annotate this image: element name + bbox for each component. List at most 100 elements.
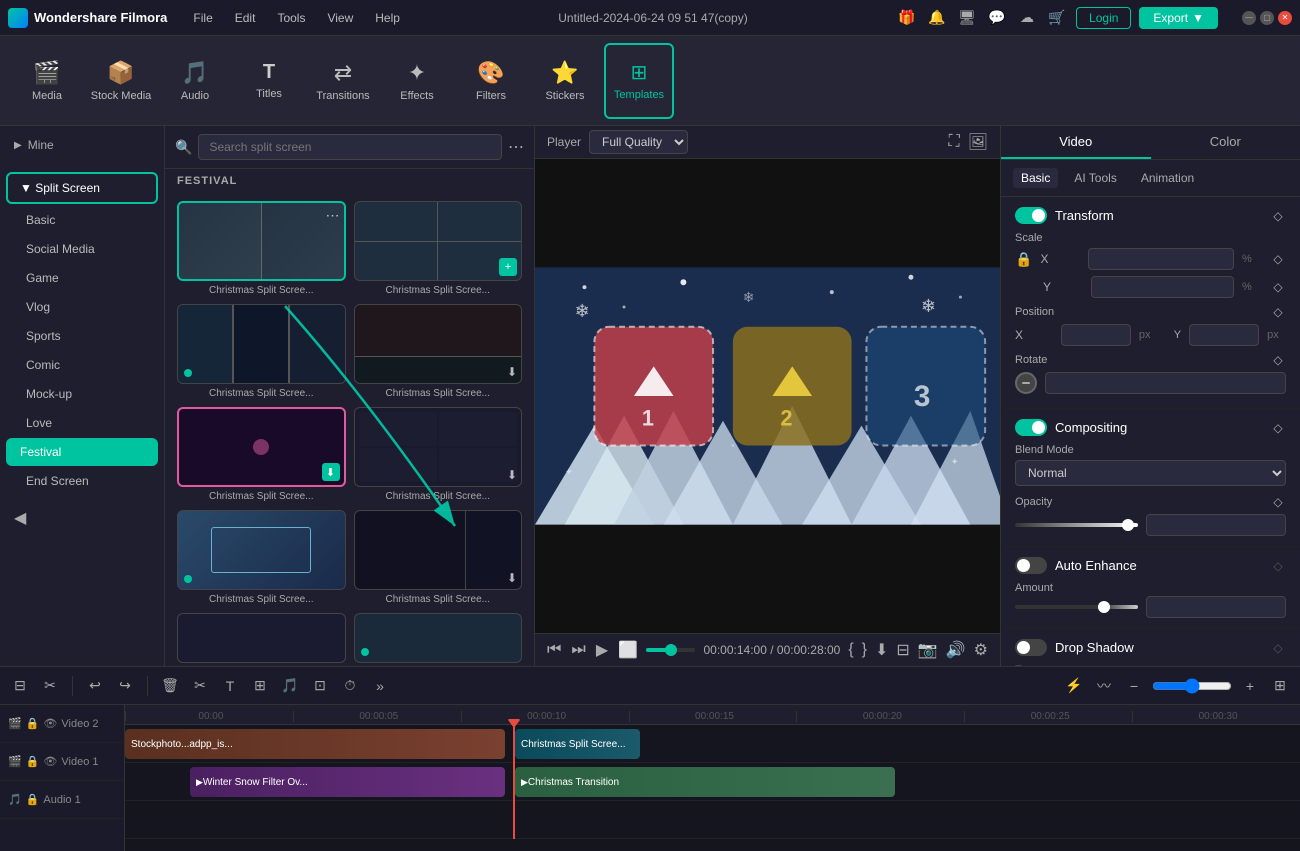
tool-filters[interactable]: 🎨 Filters <box>456 43 526 119</box>
login-button[interactable]: Login <box>1076 7 1131 29</box>
tab-color[interactable]: Color <box>1151 126 1300 159</box>
tl-speed-icon[interactable]: ⏱ <box>338 674 362 698</box>
audio1-lock-icon[interactable]: 🔒 <box>26 793 40 806</box>
template-item-5[interactable]: ⬇ Christmas Split Scree... <box>177 407 346 502</box>
transform-toggle[interactable] <box>1015 207 1047 224</box>
snapshot-icon[interactable]: 🖼 <box>968 132 988 152</box>
tool-stickers[interactable]: ⭐ Stickers <box>530 43 600 119</box>
sidebar-item-split-screen[interactable]: ▼ Split Screen <box>6 172 158 204</box>
item6-dl-icon[interactable]: ⬇ <box>507 468 517 482</box>
sidebar-collapse-btn[interactable]: ◀ <box>0 502 164 534</box>
cloud-icon[interactable]: ☁ <box>1016 7 1038 29</box>
tl-zoom-slider[interactable] <box>1152 678 1232 694</box>
rotate-keyframe[interactable]: ◇ <box>1270 352 1286 368</box>
tl-wave-icon[interactable]: 〰 <box>1092 674 1116 698</box>
tl-delete-icon[interactable]: 🗑 <box>158 674 182 698</box>
subtab-basic[interactable]: Basic <box>1013 168 1058 188</box>
tl-crop-icon[interactable]: ⊡ <box>308 674 332 698</box>
search-input[interactable] <box>198 134 502 160</box>
auto-enhance-keyframe[interactable]: ◇ <box>1270 558 1286 574</box>
template-item-4[interactable]: ⬇ Christmas Split Scree... <box>354 304 523 399</box>
menu-view[interactable]: View <box>317 7 363 29</box>
subtab-animation[interactable]: Animation <box>1133 168 1202 188</box>
tl-clip-icon[interactable]: ⊞ <box>248 674 272 698</box>
progress-thumb[interactable] <box>665 644 677 656</box>
chat-icon[interactable]: 💬 <box>986 7 1008 29</box>
step-back-button[interactable]: ⏭ <box>571 641 585 659</box>
tl-split-icon[interactable]: ⊟ <box>8 674 32 698</box>
blend-mode-select[interactable]: Normal Multiply Screen Overlay <box>1015 460 1286 486</box>
sidebar-item-comic[interactable]: Comic <box>6 351 158 379</box>
progress-bar[interactable] <box>646 648 695 652</box>
menu-file[interactable]: File <box>183 7 222 29</box>
sidebar-item-vlog[interactable]: Vlog <box>6 293 158 321</box>
scale-x-keyframe[interactable]: ◇ <box>1270 251 1286 267</box>
tool-titles[interactable]: T Titles <box>234 43 304 119</box>
menu-edit[interactable]: Edit <box>225 7 266 29</box>
position-keyframe[interactable]: ◇ <box>1270 304 1286 320</box>
mark-out-icon[interactable]: } <box>862 641 867 659</box>
subtab-ai-tools[interactable]: AI Tools <box>1066 168 1124 188</box>
template-item-2[interactable]: + Christmas Split Scree... <box>354 201 523 296</box>
item5-add-icon[interactable]: ⬇ <box>322 463 340 481</box>
transform-keyframe-button[interactable]: ◇ <box>1270 208 1286 224</box>
item1-more-icon[interactable]: ⋯ <box>326 207 340 224</box>
tool-templates[interactable]: ⊞ Templates <box>604 43 674 119</box>
sidebar-item-love[interactable]: Love <box>6 409 158 437</box>
template-item-1[interactable]: ⋯ Christmas Split Scree... <box>177 201 346 296</box>
scale-x-input[interactable]: 100.00 <box>1088 248 1234 270</box>
menu-help[interactable]: Help <box>365 7 410 29</box>
tool-transitions[interactable]: ⇄ Transitions <box>308 43 378 119</box>
video1-lock-icon[interactable]: 🔒 <box>26 755 40 768</box>
tl-undo-icon[interactable]: ↩ <box>83 674 107 698</box>
auto-enhance-toggle[interactable] <box>1015 557 1047 574</box>
sidebar-item-end-screen[interactable]: End Screen <box>6 467 158 495</box>
tool-media[interactable]: 🎬 Media <box>12 43 82 119</box>
clip-christmas-split[interactable]: Christmas Split Scree... <box>515 729 640 759</box>
item2-add-icon[interactable]: + <box>499 258 517 276</box>
tool-audio[interactable]: 🎵 Audio <box>160 43 230 119</box>
clip-winter-filter[interactable]: ▶ Winter Snow Filter Ov... <box>190 767 505 797</box>
tab-video[interactable]: Video <box>1001 126 1151 159</box>
opacity-slider[interactable] <box>1015 523 1138 527</box>
fullscreen-icon[interactable]: ⛶ <box>948 133 959 151</box>
panel-options-icon[interactable]: ⋯ <box>508 137 524 157</box>
export-button[interactable]: Export ▼ <box>1139 7 1218 29</box>
loop-button[interactable]: ⬜ <box>618 640 638 660</box>
store-icon[interactable]: 🛒 <box>1046 7 1068 29</box>
close-button[interactable]: ✕ <box>1278 11 1292 25</box>
amount-input[interactable]: 50.00 <box>1146 596 1287 618</box>
clip-bg-video[interactable]: Stockphoto...adpp_is... <box>125 729 505 759</box>
camera-icon[interactable]: 📷 <box>918 640 938 660</box>
rotate-wheel[interactable] <box>1015 372 1037 394</box>
clip-christmas-trans[interactable]: ▶ Christmas Transition <box>515 767 895 797</box>
template-item-8[interactable]: ⬇ Christmas Split Scree... <box>354 510 523 605</box>
tool-effects[interactable]: ✦ Effects <box>382 43 452 119</box>
tool-stock-media[interactable]: 📦 Stock Media <box>86 43 156 119</box>
sidebar-item-sports[interactable]: Sports <box>6 322 158 350</box>
sidebar-mine-header[interactable]: ▶ Mine <box>0 132 164 158</box>
template-item-9[interactable] <box>177 613 346 663</box>
maximize-button[interactable]: ▢ <box>1260 11 1274 25</box>
tl-trim-icon[interactable]: ✂ <box>38 674 62 698</box>
sidebar-item-mockup[interactable]: Mock-up <box>6 380 158 408</box>
quality-select[interactable]: Full Quality 1/2 Quality 1/4 Quality Aut… <box>589 130 688 154</box>
menu-tools[interactable]: Tools <box>267 7 315 29</box>
tl-audio2-icon[interactable]: 🎵 <box>278 674 302 698</box>
template-item-7[interactable]: Christmas Split Scree... <box>177 510 346 605</box>
pos-y-input[interactable]: 0.00 <box>1189 324 1259 346</box>
tl-redo-icon[interactable]: ↪ <box>113 674 137 698</box>
clip-insert-icon[interactable]: ⬇ <box>875 640 888 660</box>
mark-in-icon[interactable]: { <box>848 641 853 659</box>
template-item-6[interactable]: ⬇ Christmas Split Scree... <box>354 407 523 502</box>
drop-shadow-toggle[interactable] <box>1015 639 1047 656</box>
tl-more-icon[interactable]: » <box>368 674 392 698</box>
audio-mute-icon[interactable]: 🔊 <box>946 640 966 660</box>
sidebar-item-festival[interactable]: Festival <box>6 438 158 466</box>
video2-lock-icon[interactable]: 🔒 <box>26 717 40 730</box>
gift-icon[interactable]: 🎁 <box>896 7 918 29</box>
tl-zoom-in-icon[interactable]: + <box>1238 674 1262 698</box>
tl-grid-icon[interactable]: ⊞ <box>1268 674 1292 698</box>
monitor-icon[interactable]: 🖥 <box>956 7 978 29</box>
split-screen-icon[interactable]: ⊟ <box>896 640 909 660</box>
